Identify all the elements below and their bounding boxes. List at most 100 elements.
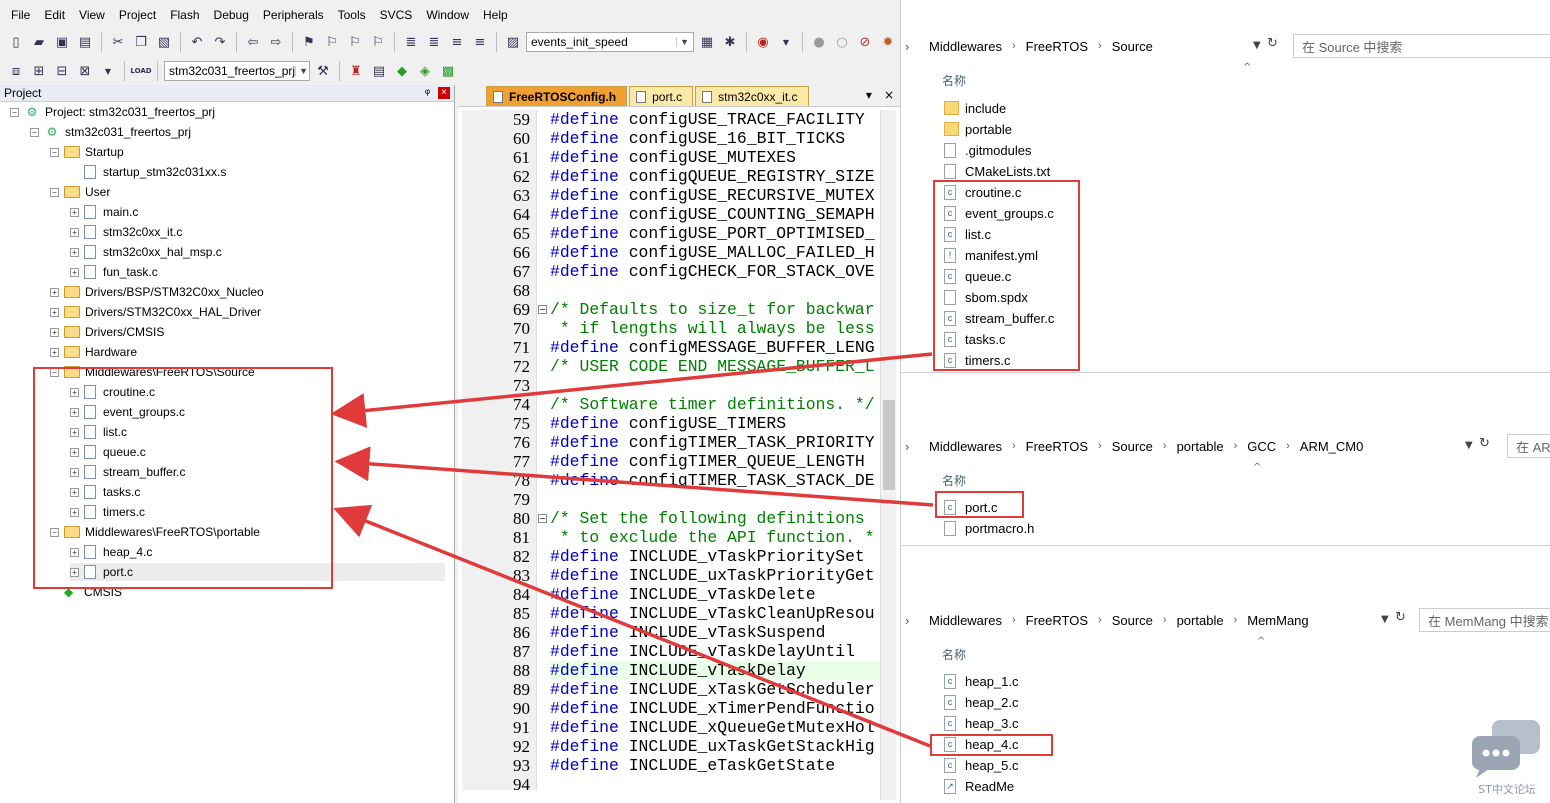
file-extensions-icon[interactable]: ▤ xyxy=(369,61,389,81)
tree-expander-icon[interactable]: + xyxy=(70,487,79,497)
redo-icon[interactable]: ↷ xyxy=(210,32,230,52)
explorer-item[interactable]: c heap_5.c xyxy=(944,755,1019,775)
fold-toggle-icon[interactable]: − xyxy=(538,305,547,314)
open-folder-icon[interactable]: ▰ xyxy=(29,32,49,52)
menu-item-peripherals[interactable]: Peripherals xyxy=(256,8,331,22)
code-line[interactable]: #define INCLUDE_vTaskPrioritySet xyxy=(550,547,880,566)
breadcrumb-item[interactable]: › MemMang xyxy=(1224,613,1309,628)
code-line[interactable]: #define INCLUDE_vTaskCleanUpResou xyxy=(550,604,880,623)
tree-item[interactable]: + Drivers/CMSIS xyxy=(50,323,164,341)
tree-item[interactable]: − Middlewares\FreeRTOS\Source xyxy=(50,363,255,381)
editor-tab[interactable]: FreeRTOSConfig.h xyxy=(486,86,628,106)
tree-item[interactable]: ◆ CMSIS xyxy=(50,583,122,601)
tree-expander-icon[interactable]: + xyxy=(70,567,79,577)
code-line[interactable] xyxy=(550,376,880,395)
debug-session-icon[interactable]: ◉ xyxy=(753,32,773,52)
tree-expander-icon[interactable]: + xyxy=(70,447,79,457)
code-line[interactable] xyxy=(550,775,880,790)
address-bar[interactable]: Middlewares › FreeRTOS › Source › portable › Mem… xyxy=(905,608,1309,632)
code-line[interactable]: * if lengths will always be less xyxy=(550,319,880,338)
code-line[interactable]: /* USER CODE END MESSAGE_BUFFER_L xyxy=(550,357,880,376)
code-line[interactable]: #define configUSE_MALLOC_FAILED_H xyxy=(550,243,880,262)
bookmark-icon[interactable]: ⚑ xyxy=(299,32,319,52)
explorer-item[interactable]: c tasks.c xyxy=(944,329,1005,349)
bookmark-next-icon[interactable]: ⚐ xyxy=(345,32,365,52)
chevron-down-icon[interactable]: ▼ xyxy=(1253,40,1261,51)
code-line[interactable]: #define configUSE_TIMERS xyxy=(550,414,880,433)
tree-item[interactable]: + Hardware xyxy=(50,343,137,361)
column-header-name[interactable]: 名称 xyxy=(942,646,966,663)
fold-toggle-icon[interactable]: − xyxy=(538,514,547,523)
explorer-item[interactable]: include xyxy=(944,98,1006,118)
code-line[interactable]: #define configUSE_COUNTING_SEMAPH xyxy=(550,205,880,224)
breakpoint-disable-icon[interactable]: ○ xyxy=(832,32,852,52)
explorer-item[interactable]: c heap_3.c xyxy=(944,713,1019,733)
breadcrumb-item[interactable]: Middlewares xyxy=(929,613,1002,628)
incremental-find-icon[interactable]: ✱ xyxy=(720,32,740,52)
explorer-item[interactable]: c stream_buffer.c xyxy=(944,308,1054,328)
tree-expander-icon[interactable]: − xyxy=(50,527,59,537)
breadcrumb-item[interactable]: › FreeRTOS xyxy=(1002,39,1088,54)
breadcrumb-item[interactable]: › ARM_CM0 xyxy=(1276,439,1363,454)
menu-item-edit[interactable]: Edit xyxy=(37,8,72,22)
code-line[interactable]: * to exclude the API function. * xyxy=(550,528,880,547)
code-line[interactable]: /* Defaults to size_t for backwar xyxy=(550,300,880,319)
breadcrumb-item[interactable]: Middlewares xyxy=(929,439,1002,454)
code-line[interactable]: #define configUSE_MUTEXES xyxy=(550,148,880,167)
new-file-icon[interactable]: ▯ xyxy=(6,32,26,52)
batch-build-icon[interactable]: ⊠ xyxy=(75,61,95,81)
copy-icon[interactable]: ❐ xyxy=(131,32,151,52)
breadcrumb-item[interactable]: › FreeRTOS xyxy=(1002,613,1088,628)
tree-expander-icon[interactable]: + xyxy=(70,387,79,397)
breadcrumb-item[interactable]: › portable xyxy=(1153,439,1224,454)
close-icon[interactable]: × xyxy=(884,88,894,102)
tree-item[interactable]: + stream_buffer.c xyxy=(70,463,186,481)
menu-item-view[interactable]: View xyxy=(72,8,112,22)
tree-expander-icon[interactable]: + xyxy=(70,207,79,217)
tab-list-icon[interactable]: ▾ xyxy=(866,88,872,102)
column-header-name[interactable]: 名称 xyxy=(942,72,966,89)
explorer-item[interactable]: c port.c xyxy=(944,497,998,517)
tree-expander-icon[interactable]: + xyxy=(70,267,79,277)
breakpoint-icon[interactable]: ● xyxy=(809,32,829,52)
code-line[interactable]: #define INCLUDE_uxTaskPriorityGet xyxy=(550,566,880,585)
nav-back-icon[interactable]: ⇦ xyxy=(243,32,263,52)
tree-expander-icon[interactable]: + xyxy=(70,467,79,477)
find-icon[interactable]: ▦ xyxy=(697,32,717,52)
code-line[interactable]: /* Software timer definitions. */ xyxy=(550,395,880,414)
breadcrumb-item[interactable]: › GCC xyxy=(1224,439,1277,454)
explorer-item[interactable]: .gitmodules xyxy=(944,140,1031,160)
chevron-down-icon[interactable]: ▼ xyxy=(98,61,118,81)
column-header-name[interactable]: 名称 xyxy=(942,472,966,489)
search-input[interactable]: 在 ARI xyxy=(1507,434,1550,458)
editor-tab[interactable]: port.c xyxy=(629,86,694,106)
code-line[interactable]: #define INCLUDE_vTaskDelete xyxy=(550,585,880,604)
tree-expander-icon[interactable]: + xyxy=(70,507,79,517)
load-icon[interactable]: LOAD xyxy=(130,61,151,81)
code-line[interactable]: #define configUSE_RECURSIVE_MUTEX xyxy=(550,186,880,205)
breakpoint-kill-icon[interactable]: ⊘ xyxy=(855,32,875,52)
manage-components-icon[interactable]: ♜ xyxy=(346,61,366,81)
tree-expander-icon[interactable]: + xyxy=(70,247,79,257)
tree-expander-icon[interactable]: − xyxy=(50,367,59,377)
menu-item-flash[interactable]: Flash xyxy=(163,8,206,22)
tree-item[interactable]: + stm32c0xx_it.c xyxy=(70,223,182,241)
tree-expander-icon[interactable]: + xyxy=(70,547,79,557)
explorer-item[interactable]: ↗ ReadMe xyxy=(944,776,1014,796)
refresh-icon[interactable]: ↻ xyxy=(1267,36,1278,51)
menu-item-file[interactable]: File xyxy=(4,8,37,22)
config-icon[interactable]: ✹ xyxy=(878,32,898,52)
code-line[interactable]: #define configQUEUE_REGISTRY_SIZE xyxy=(550,167,880,186)
menu-item-project[interactable]: Project xyxy=(112,8,163,22)
code-line[interactable]: #define INCLUDE_xTaskGetScheduler xyxy=(550,680,880,699)
select-packs-icon[interactable]: ◈ xyxy=(415,61,435,81)
address-bar[interactable]: Middlewares › FreeRTOS › Source › portable › GCC… xyxy=(905,434,1363,458)
breadcrumb-item[interactable]: › Source xyxy=(1088,613,1153,628)
explorer-item[interactable]: c heap_4.c xyxy=(944,734,1019,754)
tree-item[interactable]: − User xyxy=(50,183,110,201)
breadcrumb-item[interactable]: › FreeRTOS xyxy=(1002,439,1088,454)
breadcrumb-item[interactable]: › Source xyxy=(1088,439,1153,454)
tree-item[interactable]: + Drivers/STM32C0xx_HAL_Driver xyxy=(50,303,261,321)
explorer-item[interactable]: CMakeLists.txt xyxy=(944,161,1050,181)
undo-icon[interactable]: ↶ xyxy=(187,32,207,52)
